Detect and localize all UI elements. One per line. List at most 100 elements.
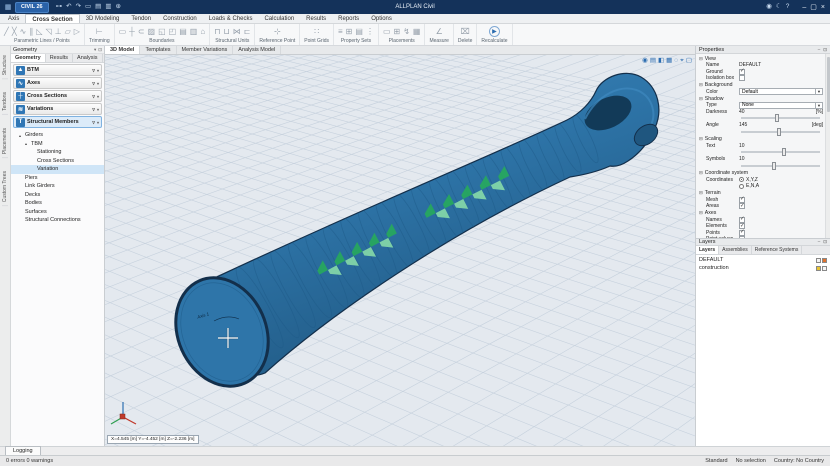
layer-row[interactable]: construction [696,264,830,272]
measure-angle-icon[interactable]: ∠ [436,26,443,38]
toggle-icon[interactable]: ⊶ [56,2,63,12]
placement-grid-icon[interactable]: ⊞ [394,26,401,38]
add-window-icon[interactable]: ⊕ [115,2,120,12]
rail-tab[interactable]: Tendons [2,89,8,115]
layers-panel-tab[interactable]: Assemblies [719,246,752,254]
tree-item[interactable]: Structural Connections [11,216,104,225]
tree-item[interactable]: ▴ TBM [11,140,104,149]
tree-item[interactable]: Decks [11,191,104,200]
corner-tl-icon[interactable]: ◰ [169,26,177,38]
accordion-section-header[interactable]: ┼ Cross Sections ∇ ▾ [13,90,102,102]
property-section-header[interactable]: ⊟View [697,55,823,62]
ribbon-tab[interactable]: Calculation [258,14,300,23]
expand-icon[interactable]: ▾ [97,81,99,86]
checkbox[interactable] [739,75,745,81]
layer-color-chip[interactable] [816,266,821,271]
recalculate-icon[interactable]: ▶ [489,26,500,37]
rail-tab[interactable]: Custom Trees [2,168,8,206]
logging-tab[interactable]: Logging [5,446,41,455]
radio-option[interactable]: X,Y,Z [739,177,758,183]
point-grid-icon[interactable]: ∷ [314,26,319,38]
checkbox[interactable] [739,230,745,236]
more-icon[interactable]: ⋮ [366,26,374,38]
delete-icon[interactable]: ⌧ [461,26,470,38]
parallel-lines-icon[interactable]: ∥ [29,26,33,38]
checkbox[interactable] [739,203,745,209]
layers-panel-tab[interactable]: Layers [696,246,719,254]
line-icon[interactable]: ╱ [4,26,9,38]
grid-view-icon[interactable]: ▦ [666,57,672,65]
boundary-cross-icon[interactable]: ┼ [129,26,135,38]
ribbon-tab[interactable]: Cross Section [25,14,79,23]
property-section-header[interactable]: ⊟Axes [697,210,823,217]
checkbox[interactable] [739,236,745,238]
lightning-icon[interactable]: ↯ [403,26,410,38]
layers-view-icon[interactable]: ▤ [650,57,656,65]
property-section-header[interactable]: ⊟Coordinate system [697,170,823,177]
boundary-subset-icon[interactable]: ⊂ [138,26,145,38]
sheet-icon[interactable]: ▤ [355,26,363,38]
hatch-icon[interactable]: ▨ [148,26,156,38]
polygon-icon[interactable]: ▱ [65,26,71,38]
3d-viewport-canvas[interactable]: Axis 1 ◉▤◧▦◌⌖▢ X=4.545 [m] Y=-4.452 [m] … [105,55,695,446]
dropdown[interactable]: Default▼ [739,88,823,95]
shading-icon[interactable]: ◉ [642,57,648,65]
geometry-panel-tab[interactable]: Geometry [11,54,46,62]
corner-bl-icon[interactable]: ◱ [158,26,166,38]
add-box-icon[interactable]: ⊞ [346,26,353,38]
filter-icon[interactable]: ∇ [92,120,95,125]
window-layout-icon[interactable]: ▭ [85,2,91,12]
accordion-section-header[interactable]: ≋ Variations ∇ ▾ [13,103,102,115]
slider[interactable] [741,117,820,119]
boundary-rect-icon[interactable]: ▭ [119,26,127,38]
cap-icon[interactable]: ⊓ [214,26,220,38]
placement-rect-icon[interactable]: ▭ [383,26,391,38]
collapse-icon[interactable]: ⊟ [699,170,703,176]
rail-tab[interactable]: Structure [2,52,8,79]
geometry-panel-tab[interactable]: Analysis [73,54,102,62]
minimize-icon[interactable]: – [802,4,806,11]
tree-item[interactable]: Variation [11,165,104,174]
filter-icon[interactable]: ∇ [92,81,95,86]
filter-icon[interactable]: ∇ [92,68,95,73]
layer-color-chip[interactable] [816,258,821,263]
layer-color-chip[interactable] [822,258,827,263]
collapse-icon[interactable]: ⊟ [699,190,703,196]
app-icon[interactable]: ▦ [3,3,13,11]
expand-icon[interactable]: ▾ [97,107,99,112]
viewport-tab[interactable]: Member Variations [177,46,234,54]
user-icon[interactable]: ◉ [766,2,772,12]
slider-thumb[interactable] [782,148,786,156]
filter-icon[interactable]: ∇ [92,107,95,112]
tree-item[interactable]: Cross Sections [11,157,104,166]
ribbon-tab[interactable]: Reports [332,14,365,23]
expand-icon[interactable]: ▾ [97,120,99,125]
clip-sphere-icon[interactable]: ◌ [674,57,678,65]
rail-tab[interactable]: Placements [2,125,8,158]
slider-thumb[interactable] [777,128,781,136]
properties-list-icon[interactable]: ≡ [338,26,343,38]
panel-dropdown-icon[interactable]: ▾ [94,47,96,53]
collapse-icon[interactable]: ⊟ [699,82,703,88]
slider-thumb[interactable] [772,162,776,170]
tree-item[interactable]: Surfaces [11,208,104,217]
tree-item[interactable]: Stationing [11,148,104,157]
viewport-tab[interactable]: Templates [140,46,176,54]
theme-icon[interactable]: ☾ [776,2,782,12]
spline-icon[interactable]: ∿ [20,26,27,38]
viewport-tab[interactable]: 3D Model [105,46,140,54]
redo-icon[interactable]: ↷ [76,2,81,12]
help-icon[interactable]: ? [786,2,790,12]
slider[interactable] [741,165,820,167]
collapse-icon[interactable]: ⊟ [699,56,703,62]
target-icon[interactable]: ⌖ [680,57,684,65]
house-icon[interactable]: ⌂ [200,26,205,38]
cup-icon[interactable]: ⊔ [223,26,229,38]
viewport-tab[interactable]: Analysis Model [233,46,281,54]
accordion-section-header[interactable]: ∿ Axes ∇ ▾ [13,77,102,89]
ribbon-tab[interactable]: Axis [2,14,25,23]
layer-color-chip[interactable] [822,266,827,271]
filter-icon[interactable]: ∇ [92,94,95,99]
property-section-header[interactable]: ⊟Scaling [697,136,823,143]
ribbon-tab[interactable]: Loads & Checks [203,14,259,23]
